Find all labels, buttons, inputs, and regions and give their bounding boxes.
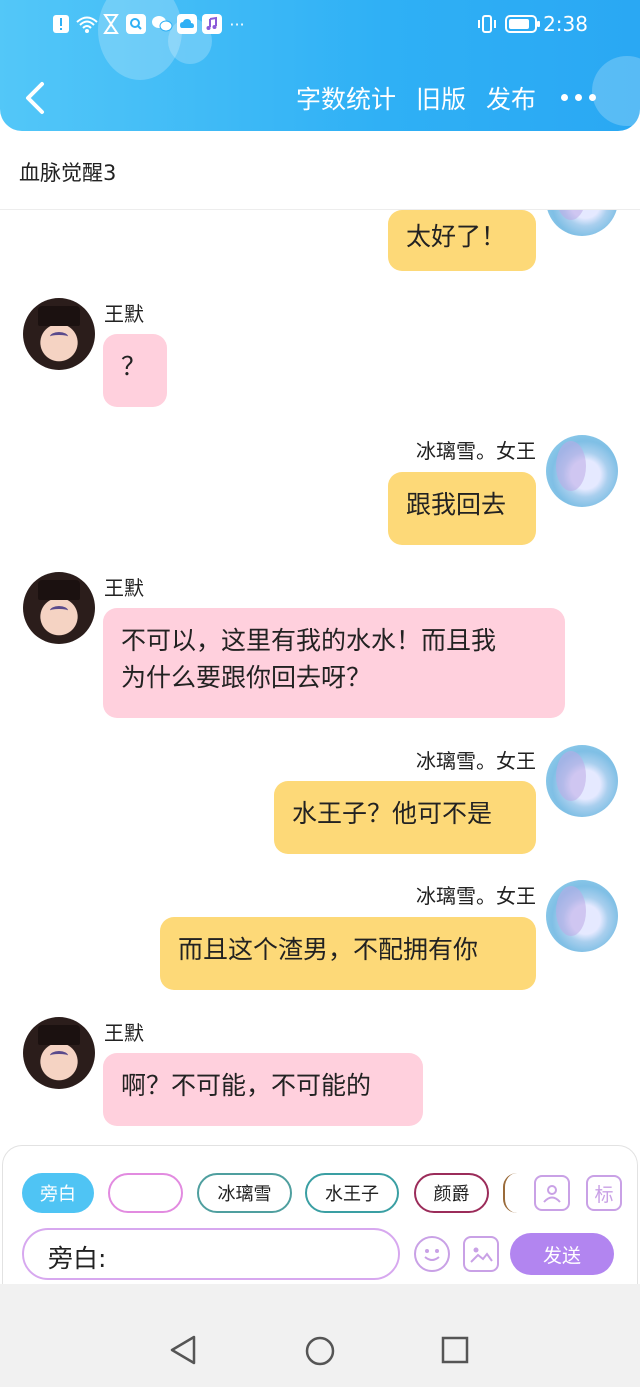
- avatar-queen[interactable]: [546, 210, 618, 236]
- role-chip-blank[interactable]: [108, 1173, 183, 1213]
- role-chip-binglixue[interactable]: 冰璃雪: [197, 1173, 292, 1213]
- clock: 2:38: [543, 12, 588, 36]
- story-title: 血脉觉醒3: [19, 161, 117, 185]
- back-icon[interactable]: [22, 80, 50, 116]
- message-input[interactable]: 旁白:: [22, 1228, 400, 1280]
- message-bubble[interactable]: 不可以，这里有我的水水！而且我 为什么要跟你回去呀？: [103, 608, 565, 718]
- avatar-wangmo[interactable]: [23, 572, 95, 644]
- battery-icon: [505, 14, 541, 34]
- story-title-bar: 血脉觉醒3: [0, 131, 640, 210]
- status-bar: ··· 2:38: [0, 0, 640, 48]
- speaker-name: 冰璃雪。女王: [416, 884, 536, 908]
- message-bubble[interactable]: 而且这个渣男，不配拥有你: [160, 917, 536, 990]
- more-notifications-icon: ···: [229, 14, 245, 34]
- message-bubble[interactable]: 太好了！: [388, 210, 536, 271]
- header-actions: 字数统计 旧版 发布: [296, 80, 536, 116]
- decor-bubble: [592, 56, 640, 126]
- emoji-icon[interactable]: [414, 1236, 450, 1272]
- music-icon: [202, 14, 222, 34]
- wechat-icon: [151, 14, 173, 34]
- recents-square-icon[interactable]: [441, 1336, 469, 1368]
- message-line: 为什么要跟你回去呀？: [121, 663, 372, 692]
- back-triangle-icon[interactable]: [168, 1334, 198, 1370]
- role-chip-yanjue[interactable]: 颜爵: [414, 1173, 489, 1213]
- role-chip-water-prince[interactable]: 水王子: [305, 1173, 399, 1213]
- cloud-icon: [177, 14, 197, 34]
- search-app-icon: [126, 14, 146, 34]
- role-chip-more[interactable]: [503, 1173, 517, 1213]
- publish-button[interactable]: 发布: [486, 80, 536, 116]
- message-bubble[interactable]: ？: [103, 334, 167, 407]
- avatar-queen[interactable]: [546, 435, 618, 507]
- speaker-name: 冰璃雪。女王: [416, 439, 536, 463]
- word-count-button[interactable]: 字数统计: [296, 80, 396, 116]
- person-card-icon[interactable]: [534, 1175, 570, 1211]
- image-icon[interactable]: [463, 1236, 499, 1272]
- chat-area[interactable]: 太好了！ 王默 ？ 冰璃雪。女王 跟我回去 王默 不可以，这里有我的水水！而且我…: [0, 210, 640, 1145]
- message-line: 不可以，这里有我的水水！而且我: [121, 626, 497, 655]
- speaker-name: 冰璃雪。女王: [416, 749, 536, 773]
- more-options-icon[interactable]: [561, 94, 596, 101]
- avatar-wangmo[interactable]: [23, 298, 95, 370]
- message-bubble[interactable]: 水王子？他可不是: [274, 781, 536, 854]
- app-header: ··· 2:38 字数统计 旧版 发布: [0, 0, 640, 131]
- hourglass-icon: [103, 14, 119, 34]
- tag-icon[interactable]: 标: [586, 1175, 622, 1211]
- vibrate-icon: [476, 14, 498, 34]
- wifi-icon: [75, 14, 99, 34]
- speaker-name: 王默: [104, 302, 144, 326]
- old-version-button[interactable]: 旧版: [416, 80, 466, 116]
- speaker-name: 王默: [104, 576, 144, 600]
- system-nav-bar: [0, 1284, 640, 1387]
- role-chip-narration[interactable]: 旁白: [22, 1173, 94, 1213]
- message-bubble[interactable]: 跟我回去: [388, 472, 536, 545]
- message-bubble[interactable]: 啊？不可能，不可能的: [103, 1053, 423, 1126]
- avatar-wangmo[interactable]: [23, 1017, 95, 1089]
- avatar-queen[interactable]: [546, 745, 618, 817]
- avatar-queen[interactable]: [546, 880, 618, 952]
- alert-icon: [52, 14, 70, 34]
- send-button[interactable]: 发送: [510, 1233, 614, 1275]
- home-circle-icon[interactable]: [304, 1335, 336, 1371]
- speaker-name: 王默: [104, 1021, 144, 1045]
